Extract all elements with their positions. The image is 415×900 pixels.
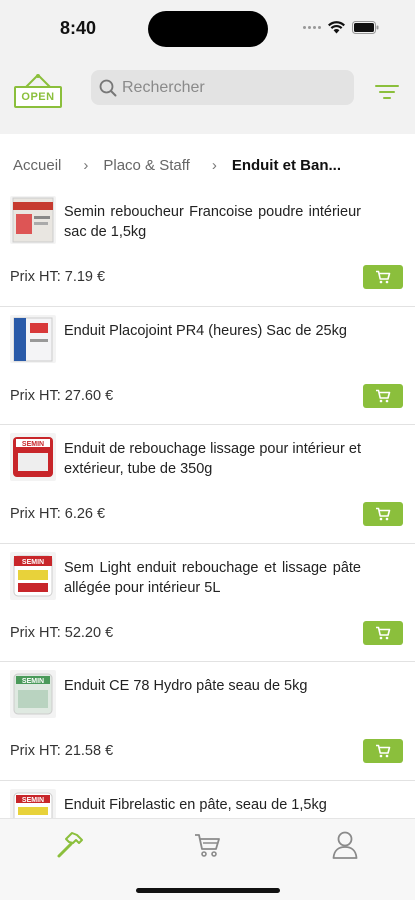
wifi-icon — [328, 21, 345, 34]
tab-bar — [0, 818, 415, 900]
product-list[interactable]: Semin reboucheur Francoise poudre intéri… — [0, 188, 415, 818]
product-name[interactable]: Semin reboucheur Francoise poudre intéri… — [64, 202, 361, 242]
add-to-cart-button[interactable] — [363, 620, 403, 645]
search-input[interactable]: Rechercher — [91, 70, 354, 105]
filter-button[interactable] — [375, 84, 399, 104]
product-item[interactable]: SEMIN Enduit Fibrelastic en pâte, seau d… — [0, 781, 415, 818]
breadcrumb-category[interactable]: Placo & Staff — [103, 157, 189, 174]
breadcrumb-current: Enduit et Ban... — [231, 156, 341, 174]
product-name[interactable]: Enduit Placojoint PR4 (heures) Sac de 25… — [64, 321, 361, 341]
product-item[interactable]: SEMIN Enduit de rebouchage lissage pour … — [0, 425, 415, 544]
add-to-cart-button[interactable] — [363, 383, 403, 408]
battery-icon — [352, 21, 379, 34]
app-header: OPEN Rechercher — [0, 56, 415, 134]
filter-icon — [375, 85, 399, 99]
product-name[interactable]: Enduit Fibrelastic en pâte, seau de 1,5k… — [64, 795, 361, 815]
user-icon — [332, 831, 358, 859]
product-thumbnail — [10, 314, 56, 363]
product-price: Prix HT: 52.20 € — [10, 624, 114, 641]
product-name[interactable]: Enduit de rebouchage lissage pour intéri… — [64, 439, 361, 479]
cart-icon — [376, 744, 391, 758]
cart-icon — [376, 389, 391, 402]
breadcrumb: Accueil › Placo & Staff › Enduit et Ban.… — [13, 150, 403, 180]
chevron-right-icon: › — [211, 156, 217, 174]
product-thumbnail: SEMIN — [10, 788, 56, 818]
product-name[interactable]: Enduit CE 78 Hydro pâte seau de 5kg — [64, 676, 361, 696]
cart-icon — [376, 507, 391, 521]
search-icon — [99, 79, 117, 96]
tab-account[interactable] — [329, 829, 361, 861]
home-indicator — [136, 888, 280, 893]
product-price: Prix HT: 6.26 € — [10, 506, 106, 522]
svg-text:SEMIN: SEMIN — [22, 559, 44, 566]
status-icons — [303, 21, 379, 34]
product-item[interactable]: SEMIN Sem Light enduit rebouchage et lis… — [0, 544, 415, 662]
chevron-right-icon: › — [83, 156, 89, 174]
dynamic-island — [148, 11, 268, 47]
product-thumbnail: SEMIN — [10, 551, 56, 600]
product-price: Prix HT: 27.60 € — [10, 387, 114, 404]
signal-icon — [303, 26, 321, 29]
product-item[interactable]: Semin reboucheur Francoise poudre intéri… — [0, 188, 415, 307]
add-to-cart-button[interactable] — [363, 739, 403, 763]
svg-text:SEMIN: SEMIN — [22, 678, 44, 685]
cart-icon — [376, 270, 391, 284]
open-logo[interactable]: OPEN — [14, 74, 62, 110]
product-thumbnail: SEMIN — [10, 433, 56, 481]
status-bar: 8:40 — [0, 0, 415, 56]
product-item[interactable]: Enduit Placojoint PR4 (heures) Sac de 25… — [0, 307, 415, 425]
cart-icon — [376, 626, 391, 639]
product-thumbnail — [10, 196, 56, 244]
tab-catalog[interactable] — [54, 829, 86, 861]
product-price: Prix HT: 7.19 € — [10, 269, 106, 285]
search-placeholder: Rechercher — [122, 78, 205, 96]
breadcrumb-home[interactable]: Accueil — [13, 157, 61, 174]
status-time: 8:40 — [60, 18, 97, 38]
add-to-cart-button[interactable] — [363, 265, 403, 289]
product-item[interactable]: SEMIN Enduit CE 78 Hydro pâte seau de 5k… — [0, 662, 415, 781]
product-price: Prix HT: 21.58 € — [10, 743, 114, 759]
product-thumbnail: SEMIN — [10, 670, 56, 718]
svg-text:SEMIN: SEMIN — [22, 441, 44, 448]
hammer-icon — [57, 832, 83, 858]
add-to-cart-button[interactable] — [363, 502, 403, 526]
tab-cart[interactable] — [191, 829, 223, 861]
svg-text:SEMIN: SEMIN — [22, 797, 44, 804]
product-name[interactable]: Sem Light enduit rebouchage et lissage p… — [64, 558, 361, 598]
logo-text: OPEN — [14, 86, 62, 108]
cart-icon — [195, 834, 220, 857]
